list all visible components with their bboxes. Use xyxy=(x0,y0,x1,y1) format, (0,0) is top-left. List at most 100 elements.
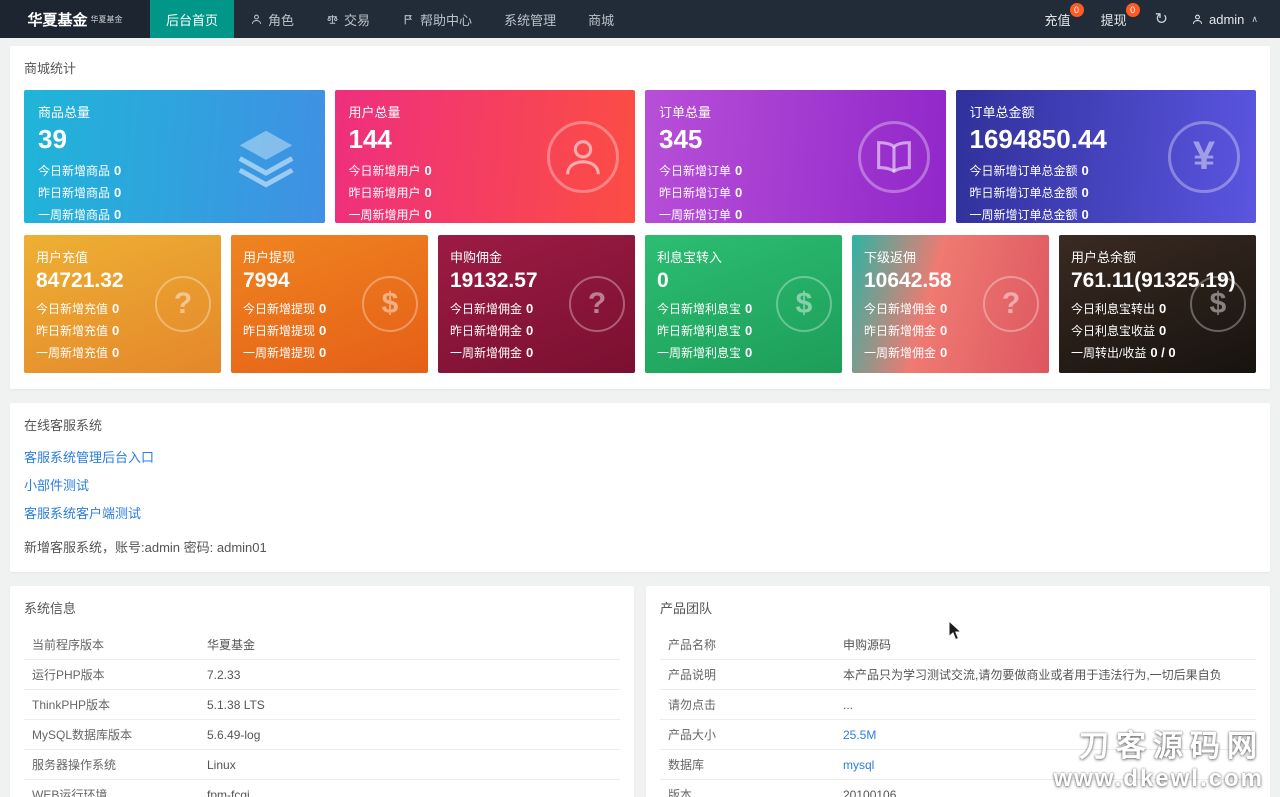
mall-stats-panel: 商城统计 商品总量 39 今日新增商品 0 昨日新增商品 0 一周新增商品 0 用户总量 144 今… xyxy=(10,46,1270,389)
service-title: 在线客服系统 xyxy=(24,418,103,433)
stat-card-purchase-commission[interactable]: 申购佣金 19132.57 今日新增佣金 0 昨日新增佣金 0 一周新增佣金 0? xyxy=(438,235,635,373)
stat-line: 昨日新增利息宝 0 xyxy=(657,322,830,339)
stat-line-label: 昨日新增利息宝 xyxy=(657,324,742,338)
stat-line-value: 0 xyxy=(1081,163,1089,178)
stat-line: 昨日新增商品 0 xyxy=(38,184,311,201)
product-team-title: 产品团队 xyxy=(660,601,713,616)
stat-card-orders-total[interactable]: 订单总量 345 今日新增订单 0 昨日新增订单 0 一周新增订单 0 xyxy=(645,90,946,223)
withdraw-link[interactable]: 提现 0 xyxy=(1086,0,1142,38)
service-link-1[interactable]: 小部件测试 xyxy=(24,475,89,494)
stat-line-value: 0 xyxy=(424,185,432,200)
stat-line: 昨日新增提现 0 xyxy=(243,322,416,339)
table-row-value: 本产品只为学习测试交流,请勿要做商业或者用于违法行为,一切后果自负 xyxy=(843,668,1222,682)
stat-line: 昨日新增订单总金额 0 xyxy=(970,184,1243,201)
user-avatar-icon xyxy=(1191,13,1204,26)
stat-line-value: 0 xyxy=(940,301,948,316)
stat-line-value: 0 xyxy=(940,345,948,360)
stat-card-user-withdraw[interactable]: 用户提现 7994 今日新增提现 0 昨日新增提现 0 一周新增提现 0 $ xyxy=(231,235,428,373)
stat-line-value: 0 xyxy=(424,207,432,222)
stat-line-label: 今日利息宝转出 xyxy=(1071,302,1156,316)
stat-line: 今日新增佣金 0 xyxy=(864,300,1037,317)
stat-line: 一周新增订单总金额 0 xyxy=(970,206,1243,223)
stat-line-value: 0 xyxy=(112,301,120,316)
stat-line-label: 今日新增佣金 xyxy=(450,302,523,316)
stat-card-user-balance[interactable]: 用户总余额 761.11(91325.19) 今日利息宝转出 0 今日利息宝收益 0 一周转… xyxy=(1059,235,1256,373)
stat-line-value: 0 xyxy=(526,323,534,338)
stat-line-value: 0 xyxy=(114,207,122,222)
stat-line: 昨日新增佣金 0 xyxy=(864,322,1037,339)
table-row-value: Linux xyxy=(207,757,236,772)
stat-card-interest-in[interactable]: 利息宝转入 0 今日新增利息宝 0 昨日新增利息宝 0 一周新增利息宝 0 $ xyxy=(645,235,842,373)
stat-card-value: 39 xyxy=(38,124,67,154)
nav-item-trade[interactable]: 交易 xyxy=(310,0,386,38)
stat-line-label: 今日利息宝收益 xyxy=(1071,324,1156,338)
service-link-0[interactable]: 客服系统管理后台入口 xyxy=(24,447,154,466)
table-row: 产品名称 申购源码 xyxy=(660,630,1256,660)
stat-card-title: 申购佣金 xyxy=(450,250,503,265)
withdraw-label: 提现 xyxy=(1100,12,1127,28)
table-row: 产品说明 本产品只为学习测试交流,请勿要做商业或者用于违法行为,一切后果自负 xyxy=(660,660,1256,690)
stat-line: 今日新增用户 0 xyxy=(349,162,622,179)
stat-line: 一周新增用户 0 xyxy=(349,206,622,223)
stat-line-value: 0 xyxy=(112,345,120,360)
stat-line: 一周新增提现 0 xyxy=(243,344,416,361)
nav-item-label: 帮助中心 xyxy=(420,12,473,28)
table-row-label: 服务器操作系统 xyxy=(32,758,117,772)
stat-line-label: 昨日新增用户 xyxy=(348,186,421,200)
brand-subtitle: 华夏基金 xyxy=(90,14,123,24)
stat-line: 昨日新增用户 0 xyxy=(349,184,622,201)
table-row-label: MySQL数据库版本 xyxy=(32,728,133,742)
stat-card-value: 761.11(91325.19) xyxy=(1071,269,1236,292)
stat-card-value: 19132.57 xyxy=(450,269,538,292)
system-info-title: 系统信息 xyxy=(24,601,77,616)
recharge-link[interactable]: 充值 0 xyxy=(1030,0,1086,38)
stat-card-orders-amount[interactable]: 订单总金额 1694850.44 今日新增订单总金额 0 昨日新增订单总金额 0 一周新增订… xyxy=(955,90,1256,223)
stat-card-title: 用户充值 xyxy=(36,250,89,265)
nav-item-system[interactable]: 系统管理 xyxy=(488,0,572,38)
stat-line-label: 昨日新增订单总金额 xyxy=(969,186,1078,200)
stat-card-user-recharge[interactable]: 用户充值 84721.32 今日新增充值 0 昨日新增充值 0 一周新增充值 0? xyxy=(24,235,221,373)
nav-item-mall[interactable]: 商城 xyxy=(572,0,630,38)
service-link-2[interactable]: 客服系统客户端测试 xyxy=(24,503,141,522)
stat-card-title: 用户总余额 xyxy=(1071,250,1137,265)
brand-name: 华夏基金 xyxy=(27,11,88,29)
stat-card-goods-total[interactable]: 商品总量 39 今日新增商品 0 昨日新增商品 0 一周新增商品 0 xyxy=(24,90,325,223)
stat-line: 今日利息宝收益 0 xyxy=(1071,322,1244,339)
stat-line-value: 0 xyxy=(745,323,753,338)
stat-line: 今日新增商品 0 xyxy=(38,162,311,179)
stat-line-value: 0 xyxy=(1159,323,1167,338)
stat-line-label: 昨日新增提现 xyxy=(243,324,316,338)
table-row-label: 当前程序版本 xyxy=(32,638,105,652)
stat-line-value: 0 xyxy=(424,163,432,178)
stat-line-value: 0 xyxy=(526,345,534,360)
stat-card-users-total[interactable]: 用户总量 144 今日新增用户 0 昨日新增用户 0 一周新增用户 0 xyxy=(334,90,635,223)
main-nav: 后台首页 角色 交易 帮助中心 系统管理 商城 xyxy=(150,0,1030,38)
stat-card-title: 用户提现 xyxy=(243,250,296,265)
table-row-value: 5.1.38 LTS xyxy=(207,697,265,712)
nav-item-roles[interactable]: 角色 xyxy=(234,0,310,38)
stat-line: 一周转出/收益 0 / 0 xyxy=(1071,344,1244,361)
stat-line-label: 昨日新增充值 xyxy=(36,324,109,338)
stat-card-sub-rebate[interactable]: 下级返佣 10642.58 今日新增佣金 0 昨日新增佣金 0 一周新增佣金 0? xyxy=(852,235,1049,373)
withdraw-badge: 0 xyxy=(1125,3,1140,17)
stat-line-label: 今日新增充值 xyxy=(36,302,109,316)
refresh-icon: ↻ xyxy=(1154,11,1168,28)
table-row: MySQL数据库版本 5.6.49-log xyxy=(24,720,620,750)
stat-line: 今日新增佣金 0 xyxy=(450,300,623,317)
stat-line-value: 0 xyxy=(319,345,327,360)
user-menu[interactable]: admin ∧ xyxy=(1181,0,1268,38)
watermark: 刀客源码网 www.dkewl.com xyxy=(1054,721,1265,793)
nav-item-home[interactable]: 后台首页 xyxy=(150,0,235,38)
nav-item-label: 交易 xyxy=(344,12,371,28)
table-row-value: 华夏基金 xyxy=(207,638,256,652)
table-row-label: 产品说明 xyxy=(668,668,717,682)
table-row: 运行PHP版本 7.2.33 xyxy=(24,660,620,690)
table-row-label: 请勿点击 xyxy=(668,698,717,712)
stat-line: 一周新增订单 0 xyxy=(659,206,932,223)
refresh-button[interactable]: ↻ xyxy=(1142,0,1181,38)
stat-line-label: 一周新增充值 xyxy=(36,346,109,360)
nav-item-help[interactable]: 帮助中心 xyxy=(386,0,488,38)
nav-item-label: 后台首页 xyxy=(166,12,219,28)
brand-logo[interactable]: 华夏基金 华夏基金 xyxy=(0,0,150,38)
navbar-right: 充值 0 提现 0 ↻ admin ∧ xyxy=(1030,0,1280,38)
